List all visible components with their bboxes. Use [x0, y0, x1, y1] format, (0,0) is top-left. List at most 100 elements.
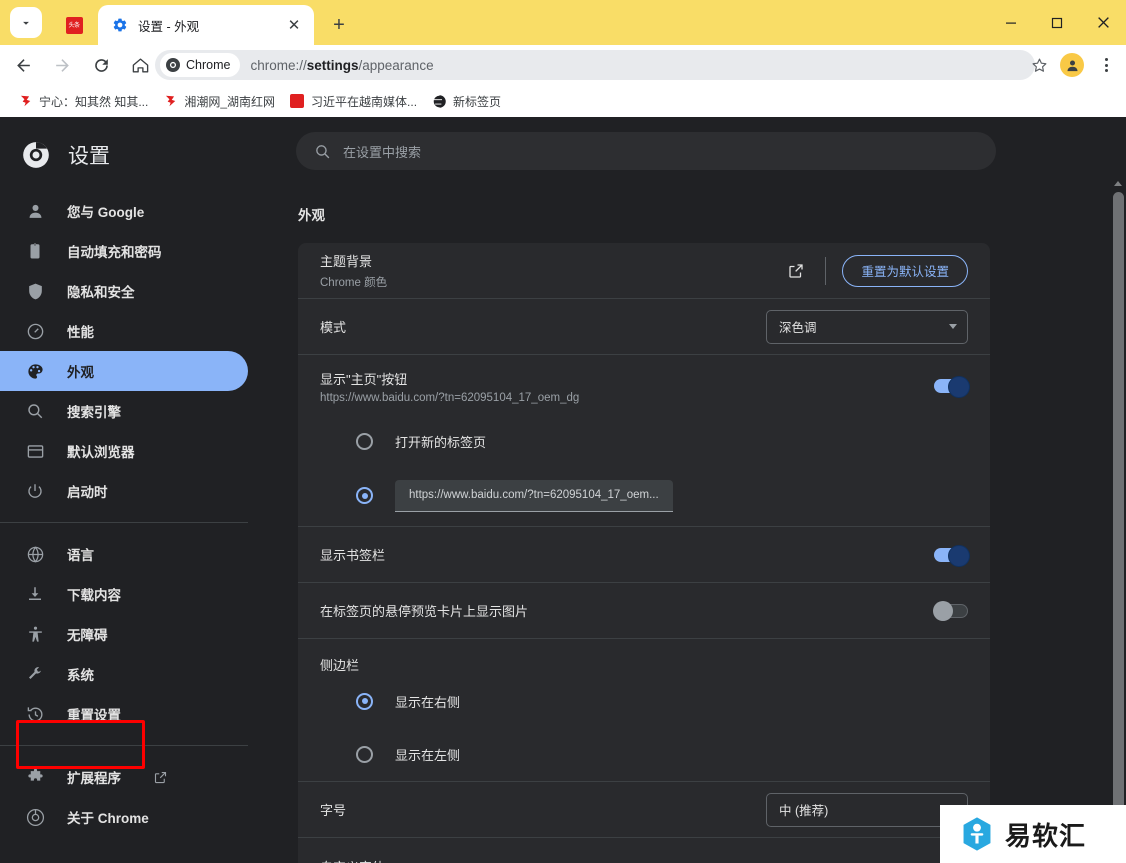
appearance-settings-card: 主题背景 Chrome 颜色 重置为默认设置 模式 深色调 显示"主页"按钮 h… — [298, 243, 990, 863]
watermark-text: 易软汇 — [1005, 821, 1087, 852]
sidebar-item-label: 您与 Google — [67, 205, 145, 220]
content-scrollbar[interactable] — [1111, 178, 1126, 863]
back-button[interactable] — [7, 49, 39, 81]
tab-search-button[interactable] — [10, 7, 42, 38]
sidebar-nav-group-3: 扩展程序 关于 Chrome — [0, 757, 290, 837]
font-size-select[interactable]: 中 (推荐) — [766, 792, 968, 827]
side-panel-group-label: 侧边栏 — [320, 658, 360, 673]
home-option-new-tab-row[interactable]: 打开新的标签页 — [298, 417, 990, 465]
address-bar[interactable]: Chrome chrome://settings/appearance — [155, 50, 1035, 80]
customize-fonts-row[interactable]: 自定义字体 — [298, 838, 990, 863]
url-bold: settings — [306, 57, 359, 73]
sidebar-item-you-and-google[interactable]: 您与 Google — [0, 191, 248, 231]
close-button[interactable] — [1080, 0, 1126, 45]
sidebar-item-label: 启动时 — [67, 485, 108, 500]
accessibility-icon — [25, 624, 45, 644]
pinned-tab[interactable]: 头条 — [52, 6, 96, 45]
settings-search-box[interactable]: 在设置中搜索 — [296, 132, 996, 170]
wrench-icon — [25, 664, 45, 684]
theme-open-in-new-button[interactable] — [783, 258, 809, 284]
section-title-appearance: 外观 — [298, 208, 325, 223]
sidebar-item-reset-settings[interactable]: 重置设置 — [0, 694, 248, 734]
active-tab[interactable]: 设置 - 外观 ✕ — [98, 5, 314, 45]
profile-avatar[interactable] — [1060, 53, 1084, 77]
side-panel-right-label: 显示在右侧 — [395, 694, 461, 710]
show-bookmarks-bar-toggle[interactable] — [934, 544, 970, 567]
home-option-url-row[interactable]: https://www.baidu.com/?tn=62095104_17_oe… — [298, 465, 990, 527]
scroll-up-arrow-icon[interactable] — [1114, 181, 1122, 186]
bookmark-item[interactable]: 习近平在越南媒体... — [282, 89, 424, 114]
clipboard-icon — [25, 241, 45, 261]
browser-menu-button[interactable] — [1094, 53, 1118, 77]
sidebar-item-extensions[interactable]: 扩展程序 — [0, 757, 248, 797]
side-panel-left-radio[interactable] — [356, 746, 373, 763]
open-in-new-icon[interactable] — [153, 770, 168, 785]
theme-row: 主题背景 Chrome 颜色 重置为默认设置 — [298, 243, 990, 299]
sidebar-item-label: 关于 Chrome — [67, 811, 149, 826]
home-button[interactable] — [124, 49, 156, 81]
settings-page: 设置 您与 Google 自动填充和密码 隐私和安全 性能 外观 搜索引擎 默认… — [0, 117, 1126, 863]
sidebar-item-label: 重置设置 — [67, 708, 121, 723]
reload-button[interactable] — [85, 49, 117, 81]
customize-fonts-label: 自定义字体 — [320, 857, 951, 863]
reset-to-default-button[interactable]: 重置为默认设置 — [842, 254, 968, 287]
show-home-button-toggle[interactable] — [934, 376, 970, 398]
home-url-input[interactable]: https://www.baidu.com/?tn=62095104_17_oe… — [395, 479, 673, 512]
sidebar-item-label: 无障碍 — [67, 628, 108, 643]
minimize-button[interactable] — [988, 0, 1034, 45]
theme-label: 主题背景 — [320, 254, 373, 269]
scrollbar-thumb[interactable] — [1113, 192, 1124, 842]
sidebar-item-label: 性能 — [67, 325, 94, 340]
sidebar-item-label: 扩展程序 — [67, 771, 121, 786]
home-icon — [132, 57, 148, 73]
sidebar-item-search-engine[interactable]: 搜索引擎 — [0, 391, 248, 431]
tab-close-button[interactable]: ✕ — [282, 13, 306, 37]
sidebar-item-system[interactable]: 系统 — [0, 654, 248, 694]
sidebar-item-appearance[interactable]: 外观 — [0, 351, 248, 391]
window-controls — [988, 0, 1126, 45]
sidebar-divider — [0, 745, 248, 746]
sidebar-item-default-browser[interactable]: 默认浏览器 — [0, 431, 248, 471]
sidebar-item-privacy-security[interactable]: 隐私和安全 — [0, 271, 248, 311]
home-option-new-tab-radio[interactable] — [356, 432, 373, 450]
sidebar-item-downloads[interactable]: 下载内容 — [0, 574, 248, 614]
show-bookmarks-bar-row: 显示书签栏 — [298, 527, 990, 583]
tab-hover-preview-images-toggle[interactable] — [933, 600, 968, 621]
sidebar-item-accessibility[interactable]: 无障碍 — [0, 614, 248, 654]
chrome-chip[interactable]: Chrome — [160, 53, 241, 77]
sidebar-item-performance[interactable]: 性能 — [0, 311, 248, 351]
palette-icon — [25, 361, 45, 381]
bookmark-label: 习近平在越南媒体... — [311, 94, 418, 109]
bookmark-item[interactable]: 湘潮网_湖南红网 — [155, 89, 282, 114]
maximize-button[interactable] — [1034, 0, 1080, 45]
sidebar-item-languages[interactable]: 语言 — [0, 534, 248, 574]
show-home-button-row: 显示"主页"按钮 https://www.baidu.com/?tn=62095… — [298, 355, 990, 417]
settings-title: 设置 — [68, 145, 110, 168]
show-home-button-sublabel: https://www.baidu.com/?tn=62095104_17_oe… — [320, 391, 580, 404]
settings-main: 在设置中搜索 外观 主题背景 Chrome 颜色 重置为默认设置 模式 深色调 … — [290, 117, 1126, 863]
show-home-button-label: 显示"主页"按钮 — [320, 371, 408, 387]
side-panel-right-row[interactable]: 显示在右侧 — [298, 674, 990, 728]
forward-button[interactable] — [46, 49, 78, 81]
open-in-new-icon — [789, 263, 804, 278]
home-option-url-radio[interactable] — [356, 487, 373, 504]
side-panel-left-row[interactable]: 显示在左侧 — [298, 728, 990, 782]
mode-select[interactable]: 深色调 — [766, 309, 968, 344]
bookmark-item[interactable]: 宁心：知其然 知其... — [10, 89, 155, 114]
history-restore-icon — [25, 704, 45, 724]
globe-icon — [25, 544, 45, 564]
toutiao-favicon-icon — [289, 93, 305, 109]
bookmark-star-button[interactable] — [1026, 52, 1052, 78]
sidebar-item-autofill[interactable]: 自动填充和密码 — [0, 231, 248, 271]
person-icon — [25, 201, 45, 221]
sidebar-item-about-chrome[interactable]: 关于 Chrome — [0, 797, 248, 837]
sidebar-item-on-startup[interactable]: 启动时 — [0, 471, 248, 511]
close-icon — [1097, 17, 1109, 28]
sidebar-item-label: 搜索引擎 — [67, 405, 121, 420]
side-panel-right-radio[interactable] — [356, 692, 373, 710]
yiruanhui-logo-icon — [963, 817, 991, 851]
chevron-down-icon — [23, 21, 29, 25]
arrow-left-icon — [16, 58, 30, 72]
bookmark-item[interactable]: 新标签页 — [424, 89, 508, 114]
new-tab-button[interactable]: + — [325, 11, 353, 39]
